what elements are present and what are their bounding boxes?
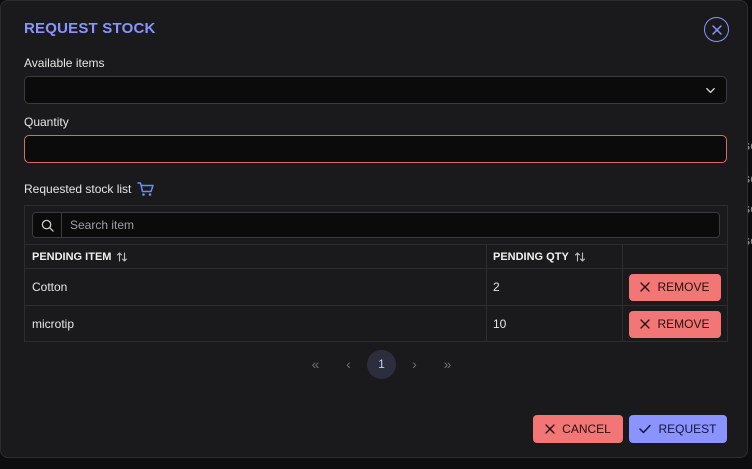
remove-label: REMOVE — [657, 280, 710, 294]
first-page-button[interactable]: « — [299, 349, 332, 379]
chevron-down-icon — [706, 87, 715, 94]
table-grid: PENDING ITEM PENDING QTY Cotton 2 REMOVE… — [25, 244, 727, 342]
pagination: « ‹ 1 › » — [299, 349, 464, 379]
close-button[interactable] — [704, 17, 729, 42]
table-row: microtip 10 REMOVE — [25, 305, 727, 342]
dialog-title: REQUEST STOCK — [24, 20, 156, 37]
column-header-label: PENDING ITEM — [32, 250, 112, 263]
requested-stock-table: PENDING ITEM PENDING QTY Cotton 2 — [24, 205, 728, 342]
close-icon — [640, 282, 651, 292]
next-page-button[interactable]: › — [398, 349, 431, 379]
remove-button[interactable]: REMOVE — [629, 310, 721, 338]
page-button-current[interactable]: 1 — [367, 349, 396, 379]
request-label: REQUEST — [658, 422, 717, 436]
qty-cell: 2 — [493, 280, 500, 294]
qty-cell: 10 — [493, 317, 507, 331]
search-box — [32, 212, 720, 238]
close-icon — [640, 319, 651, 329]
last-page-button[interactable]: » — [431, 349, 464, 379]
sort-icon — [574, 251, 585, 262]
item-cell: Cotton — [32, 280, 68, 294]
quantity-label: Quantity — [24, 115, 69, 129]
search-icon — [41, 219, 54, 232]
table-row: Cotton 2 REMOVE — [25, 268, 727, 305]
cancel-button[interactable]: CANCEL — [533, 415, 623, 443]
request-button[interactable]: REQUEST — [629, 415, 727, 443]
available-items-label: Available items — [24, 56, 105, 70]
table-header-row: PENDING ITEM PENDING QTY — [25, 244, 727, 268]
close-icon — [711, 24, 722, 35]
search-input[interactable] — [62, 213, 719, 237]
requested-list-label: Requested stock list — [24, 182, 132, 196]
available-items-select[interactable] — [24, 76, 727, 104]
column-header-pending-qty[interactable]: PENDING QTY — [487, 245, 623, 268]
column-header-label: PENDING QTY — [493, 250, 569, 263]
column-header-pending-item[interactable]: PENDING ITEM — [25, 245, 487, 268]
prev-page-button[interactable]: ‹ — [332, 349, 365, 379]
close-icon — [545, 424, 555, 434]
check-icon — [639, 424, 652, 434]
search-icon-cell — [33, 213, 62, 237]
column-header-actions — [623, 245, 727, 268]
remove-label: REMOVE — [657, 317, 710, 331]
cart-icon — [137, 182, 155, 196]
remove-button[interactable]: REMOVE — [629, 273, 721, 301]
request-stock-dialog: REQUEST STOCK Available items Quantity R… — [0, 0, 748, 458]
cancel-label: CANCEL — [562, 422, 611, 436]
quantity-field[interactable] — [24, 135, 727, 163]
sort-icon — [117, 251, 128, 262]
requested-list-header: Requested stock list — [24, 181, 155, 197]
item-cell: microtip — [32, 317, 75, 331]
